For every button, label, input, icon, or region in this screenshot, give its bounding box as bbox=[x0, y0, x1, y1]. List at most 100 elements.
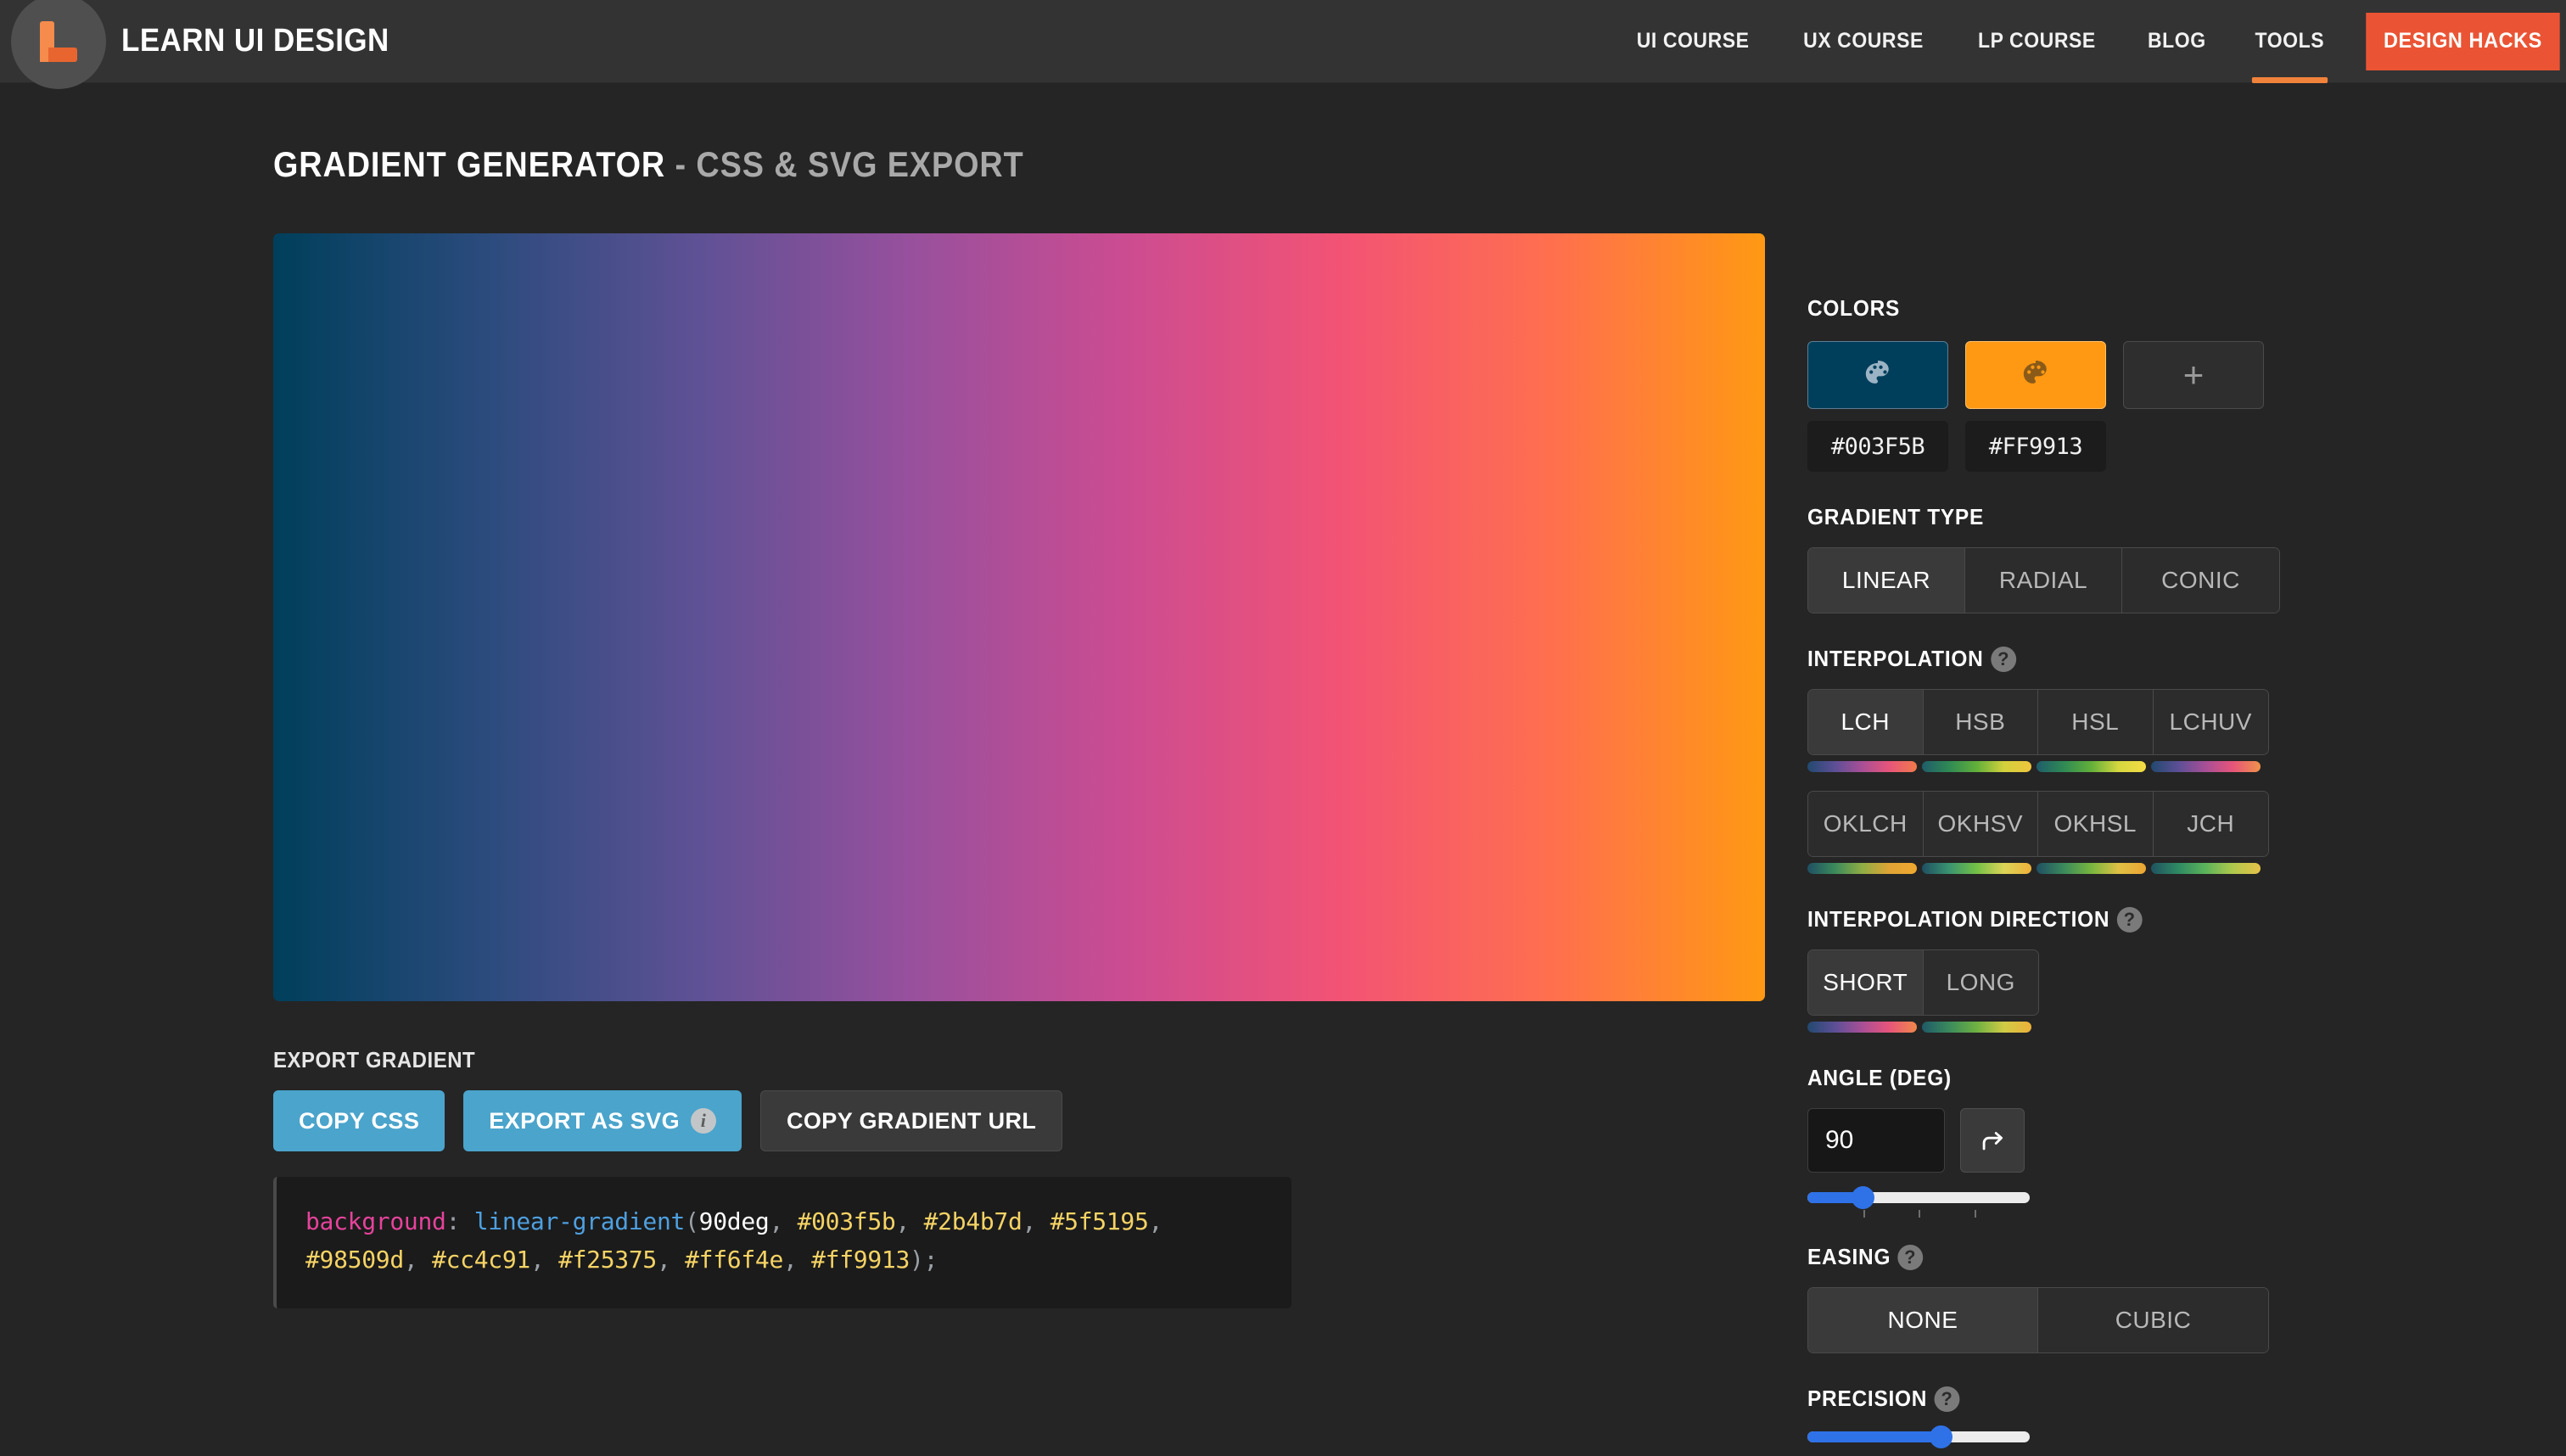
export-as-svg-label: EXPORT AS SVG bbox=[489, 1107, 680, 1134]
css-code-output[interactable]: background: linear-gradient(90deg, #003f… bbox=[273, 1177, 1291, 1308]
interpolation-preview-hsl bbox=[2037, 761, 2146, 772]
gradient-type-options: LINEAR RADIAL CONIC bbox=[1807, 547, 2280, 613]
gradient-type-section: GRADIENT TYPE LINEAR RADIAL CONIC bbox=[1807, 504, 2566, 613]
nav-item-lp-course[interactable]: LP COURSE bbox=[1958, 0, 2116, 83]
copy-gradient-url-label: COPY GRADIENT URL bbox=[787, 1107, 1037, 1134]
easing-cubic[interactable]: CUBIC bbox=[2038, 1288, 2268, 1352]
interpolation-okhsv[interactable]: OKHSV bbox=[1923, 792, 2038, 856]
help-icon[interactable]: ? bbox=[1897, 1244, 1924, 1270]
direction-preview-short bbox=[1807, 1022, 1917, 1033]
rotate-arrow-button[interactable] bbox=[1960, 1108, 2025, 1173]
gradient-type-label-text: GRADIENT TYPE bbox=[1807, 504, 1985, 529]
code-colon: : bbox=[445, 1207, 461, 1235]
interpolation-label: INTERPOLATION ? bbox=[1807, 646, 2520, 672]
design-hacks-button[interactable]: DESIGN HACKS bbox=[2366, 12, 2560, 70]
interpolation-direction-long[interactable]: LONG bbox=[1923, 950, 2038, 1015]
angle-slider[interactable] bbox=[1807, 1186, 2030, 1209]
interpolation-lchuv[interactable]: LCHUV bbox=[2153, 690, 2268, 754]
interpolation-direction-label: INTERPOLATION DIRECTION ? bbox=[1807, 906, 2520, 932]
gradient-type-label: GRADIENT TYPE bbox=[1807, 504, 2520, 530]
nav-item-ux-course[interactable]: UX COURSE bbox=[1783, 0, 1944, 83]
page-body: GRADIENT GENERATOR - CSS & SVG EXPORT EX… bbox=[0, 83, 2566, 1456]
interpolation-previews-row1 bbox=[1807, 761, 2566, 772]
slider-tick bbox=[1863, 1210, 1865, 1218]
interpolation-lch[interactable]: LCH bbox=[1808, 690, 1924, 754]
angle-label-text: ANGLE (DEG) bbox=[1807, 1065, 1952, 1090]
code-stop-0: #003f5b bbox=[797, 1207, 896, 1235]
angle-controls: 90 bbox=[1807, 1108, 2566, 1173]
angle-input[interactable]: 90 bbox=[1807, 1108, 1945, 1173]
precision-slider[interactable] bbox=[1807, 1425, 2030, 1448]
precision-slider-fill bbox=[1807, 1431, 1941, 1442]
easing-none[interactable]: NONE bbox=[1808, 1288, 2038, 1352]
info-icon[interactable]: i bbox=[691, 1108, 716, 1134]
color-swatch-row: + bbox=[1807, 341, 2566, 409]
interpolation-section: INTERPOLATION ? LCH HSB HSL LCHUV OKLCH … bbox=[1807, 646, 2566, 874]
interpolation-direction-section: INTERPOLATION DIRECTION ? SHORT LONG bbox=[1807, 906, 2566, 1033]
interpolation-hsb[interactable]: HSB bbox=[1923, 690, 2038, 754]
code-stop-1: #2b4b7d bbox=[923, 1207, 1022, 1235]
export-as-svg-button[interactable]: EXPORT AS SVG i bbox=[463, 1090, 742, 1151]
add-color-button[interactable]: + bbox=[2123, 341, 2264, 409]
code-function: linear-gradient bbox=[473, 1207, 686, 1235]
interpolation-jch[interactable]: JCH bbox=[2153, 792, 2268, 856]
code-property: background bbox=[305, 1207, 446, 1235]
colors-label-text: COLORS bbox=[1807, 295, 1901, 321]
precision-slider-thumb[interactable] bbox=[1929, 1425, 1953, 1448]
help-icon[interactable]: ? bbox=[1991, 646, 2017, 672]
page-title: GRADIENT GENERATOR - CSS & SVG EXPORT bbox=[273, 144, 1654, 185]
gradient-preview[interactable] bbox=[273, 233, 1765, 1001]
copy-css-label: COPY CSS bbox=[299, 1107, 420, 1134]
easing-label: EASING ? bbox=[1807, 1244, 2520, 1270]
slider-tick bbox=[1919, 1210, 1920, 1218]
gradient-type-radial[interactable]: RADIAL bbox=[1965, 548, 2122, 613]
color-hex-0[interactable]: #003F5B bbox=[1807, 421, 1948, 472]
palette-icon bbox=[1865, 361, 1889, 384]
interpolation-direction-short[interactable]: SHORT bbox=[1808, 950, 1924, 1015]
interpolation-previews-row2 bbox=[1807, 863, 2566, 874]
interpolation-okhsl[interactable]: OKHSL bbox=[2038, 792, 2154, 856]
precision-label: PRECISION ? bbox=[1807, 1386, 2520, 1412]
interpolation-direction-previews bbox=[1807, 1022, 2566, 1033]
help-icon[interactable]: ? bbox=[2116, 906, 2143, 932]
site-header: LEARN UI DESIGN UI COURSE UX COURSE LP C… bbox=[0, 0, 2566, 89]
interpolation-direction-label-text: INTERPOLATION DIRECTION bbox=[1807, 906, 2110, 932]
logo[interactable] bbox=[0, 0, 116, 89]
nav-item-tools[interactable]: TOOLS bbox=[2235, 0, 2345, 83]
page-title-secondary: CSS & SVG EXPORT bbox=[696, 144, 1024, 184]
export-gradient-label: EXPORT GRADIENT bbox=[273, 1047, 476, 1072]
easing-section: EASING ? NONE CUBIC bbox=[1807, 1244, 2566, 1353]
copy-gradient-url-button[interactable]: COPY GRADIENT URL bbox=[760, 1090, 1063, 1151]
interpolation-hsl[interactable]: HSL bbox=[2038, 690, 2154, 754]
palette-icon bbox=[2023, 361, 2047, 384]
color-swatch-0[interactable] bbox=[1807, 341, 1948, 409]
rotate-arrow-icon bbox=[1982, 1132, 2003, 1151]
nav-item-blog[interactable]: BLOG bbox=[2127, 0, 2226, 83]
slider-tick bbox=[1974, 1210, 1976, 1218]
angle-section: ANGLE (DEG) 90 bbox=[1807, 1065, 2566, 1222]
easing-label-text: EASING bbox=[1807, 1244, 1891, 1269]
interpolation-oklch[interactable]: OKLCH bbox=[1808, 792, 1924, 856]
code-stop-3: #98509d bbox=[305, 1246, 404, 1274]
color-hex-1[interactable]: #FF9913 bbox=[1965, 421, 2106, 472]
angle-slider-thumb[interactable] bbox=[1852, 1186, 1874, 1209]
nav-item-ui-course[interactable]: UI COURSE bbox=[1616, 0, 1769, 83]
main-navigation: UI COURSE UX COURSE LP COURSE BLOG TOOLS… bbox=[1610, 0, 2566, 83]
help-icon[interactable]: ? bbox=[1934, 1386, 1960, 1412]
interpolation-preview-jch bbox=[2151, 863, 2261, 874]
colors-label: COLORS bbox=[1807, 295, 2520, 322]
gradient-type-conic[interactable]: CONIC bbox=[2122, 548, 2279, 613]
code-stop-2: #5f5195 bbox=[1050, 1207, 1149, 1235]
learn-ui-design-logo-icon bbox=[39, 20, 77, 62]
color-swatch-1[interactable] bbox=[1965, 341, 2106, 409]
code-stop-4: #cc4c91 bbox=[432, 1246, 530, 1274]
copy-css-button[interactable]: COPY CSS bbox=[273, 1090, 445, 1151]
gradient-type-linear[interactable]: LINEAR bbox=[1808, 548, 1965, 613]
colors-section: COLORS + #003F5B #FF9913 bbox=[1807, 295, 2566, 472]
interpolation-preview-lch bbox=[1807, 761, 1917, 772]
interpolation-preview-oklch bbox=[1807, 863, 1917, 874]
precision-label-text: PRECISION bbox=[1807, 1386, 1928, 1411]
interpolation-direction-options: SHORT LONG bbox=[1807, 949, 2039, 1016]
precision-section: PRECISION ? bbox=[1807, 1386, 2566, 1448]
code-stop-6: #ff6f4e bbox=[685, 1246, 783, 1274]
